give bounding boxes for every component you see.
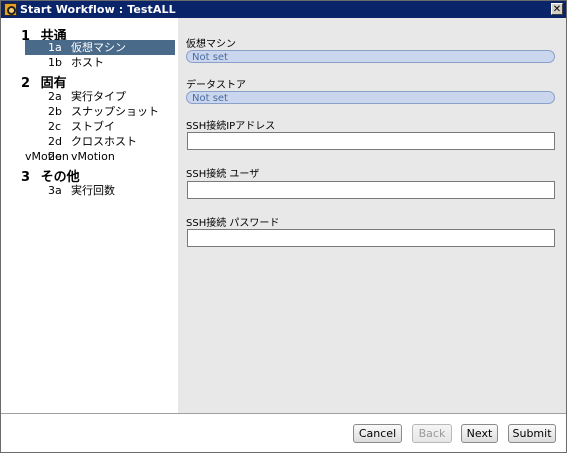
ssh-password-input[interactable] (187, 229, 555, 247)
step-label: 実行タイプ (71, 90, 126, 103)
step-item-2e[interactable]: 2e vMotion (25, 149, 175, 164)
step-number: 2c (48, 120, 62, 133)
step-number: 2e (48, 150, 62, 163)
vm-selector[interactable]: Not set (186, 50, 555, 63)
step-label: スナップショット (71, 105, 159, 118)
step-item-1b[interactable]: 1b ホスト (25, 55, 175, 70)
step-label: ストブイ (71, 120, 115, 133)
datastore-selector[interactable]: Not set (186, 91, 555, 104)
button-bar: Cancel Back Next Submit (1, 414, 566, 452)
back-button[interactable]: Back (412, 424, 452, 443)
step-item-1a[interactable]: 1a 仮想マシン (25, 40, 175, 55)
datastore-label: データストア (186, 80, 246, 91)
step-label: ホスト (71, 56, 104, 69)
ssh-user-label: SSH接続 ユーザ (186, 169, 260, 180)
ssh-user-input[interactable] (187, 181, 555, 199)
step-label: 仮想マシン (71, 41, 126, 54)
step-navigation: 1 共通 1a 仮想マシン 1b ホスト 2 固有 2a 実行タイプ 2b スナップショ… (1, 18, 178, 413)
submit-button[interactable]: Submit (508, 424, 556, 443)
step-item-2d[interactable]: 2d クロスホストvMotion (25, 134, 175, 163)
step-label: vMotion (71, 150, 115, 163)
ssh-ip-input[interactable] (187, 132, 555, 150)
step-item-2a[interactable]: 2a 実行タイプ (25, 89, 175, 104)
form-panel: 仮想マシン Not set データストア Not set SSH接続IPアドレス… (178, 18, 566, 413)
next-button[interactable]: Next (461, 424, 498, 443)
step-item-2b[interactable]: 2b スナップショット (25, 104, 175, 119)
step-number: 2b (48, 105, 62, 118)
step-number: 1b (48, 56, 62, 69)
step-number: 2a (48, 90, 62, 103)
window-title: Start Workflow : TestALL (20, 3, 176, 16)
step-label: 実行回数 (71, 184, 115, 197)
step-item-2c[interactable]: 2c ストブイ (25, 119, 175, 134)
ssh-password-label: SSH接続 パスワード (186, 218, 280, 229)
title-bar: Start Workflow : TestALL ✕ (1, 1, 566, 18)
step-item-3a[interactable]: 3a 実行回数 (25, 183, 175, 198)
step-number: 1a (48, 41, 62, 54)
vm-label: 仮想マシン (186, 39, 236, 50)
close-icon[interactable]: ✕ (551, 3, 563, 15)
workflow-dialog: Start Workflow : TestALL ✕ 1 共通 1a 仮想マシン … (0, 0, 567, 453)
app-icon (4, 3, 17, 16)
cancel-button[interactable]: Cancel (353, 424, 402, 443)
ssh-ip-label: SSH接続IPアドレス (186, 121, 276, 132)
step-number: 2d (48, 135, 62, 148)
step-number: 3a (48, 184, 62, 197)
